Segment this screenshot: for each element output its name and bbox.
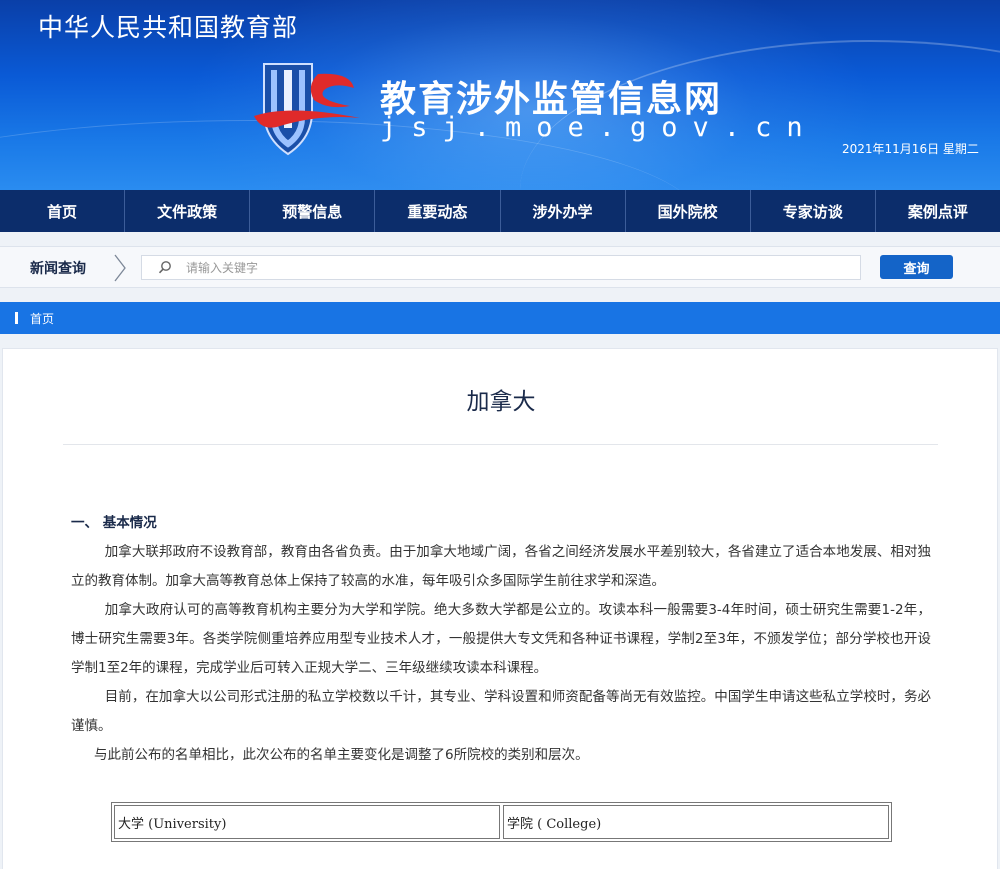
search-box	[141, 255, 861, 280]
nav-item-alerts[interactable]: 预警信息	[250, 190, 376, 232]
news-search-bar: 新闻查询 查询	[0, 246, 1000, 288]
article-title: 加拿大	[466, 389, 536, 415]
article-paragraph: 目前，在加拿大以公司形式注册的私立学校数以千计，其专业、学科设置和师资配备等尚无…	[71, 689, 931, 734]
breadcrumb: 首页	[0, 302, 1000, 334]
nav-item-foreign-institutions[interactable]: 国外院校	[626, 190, 751, 232]
article-paragraph: 加拿大联邦政府不设教育部，教育由各省负责。由于加拿大地域广阔，各省之间经济发展水…	[71, 544, 931, 589]
nav-item-news[interactable]: 重要动态	[375, 190, 501, 232]
site-domain: jsj.moe.gov.cn	[380, 112, 818, 143]
article-paragraph: 加拿大政府认可的高等教育机构主要分为大学和学院。绝大多数大学都是公立的。攻读本科…	[71, 602, 931, 676]
nav-item-home[interactable]: 首页	[0, 190, 126, 232]
title-divider	[63, 444, 938, 445]
site-logo-icon[interactable]	[250, 60, 370, 160]
search-input[interactable]	[186, 258, 846, 277]
search-button[interactable]: 查询	[880, 255, 953, 279]
main-nav: 首页 文件政策 预警信息 重要动态 涉外办学 国外院校 专家访谈 案例点评	[0, 190, 1000, 232]
table-header-college: 学院 ( College)	[503, 805, 889, 839]
nav-item-joint-schools[interactable]: 涉外办学	[501, 190, 626, 232]
search-icon	[158, 261, 171, 274]
chevron-right-icon	[114, 254, 126, 282]
header-banner: 中华人民共和国教育部 教育涉外监管信息网 jsj.moe.gov.cn 2021…	[0, 0, 1000, 190]
article-panel: 加拿大 一、 基本情况 加拿大联邦政府不设教育部，教育由各省负责。由于加拿大地域…	[2, 348, 998, 869]
nav-item-policy[interactable]: 文件政策	[125, 190, 251, 232]
nav-item-case-reviews[interactable]: 案例点评	[876, 190, 1000, 232]
breadcrumb-home[interactable]: 首页	[30, 310, 54, 327]
nav-item-expert-interviews[interactable]: 专家访谈	[751, 190, 876, 232]
ministry-name[interactable]: 中华人民共和国教育部	[38, 8, 298, 44]
search-label: 新闻查询	[30, 261, 86, 277]
current-date: 2021年11月16日 星期二	[842, 142, 979, 156]
article-note: 与此前公布的名单相比，此次公布的名单主要变化是调整了6所院校的类别和层次。	[94, 747, 589, 763]
table-header-university: 大学 (University)	[114, 805, 500, 839]
article-body: 一、 基本情况 加拿大联邦政府不设教育部，教育由各省负责。由于加拿大地域广阔，各…	[71, 509, 931, 770]
institution-table: 大学 (University) 学院 ( College)	[111, 802, 892, 842]
breadcrumb-marker	[15, 312, 18, 324]
section-heading: 一、 基本情况	[71, 515, 157, 531]
